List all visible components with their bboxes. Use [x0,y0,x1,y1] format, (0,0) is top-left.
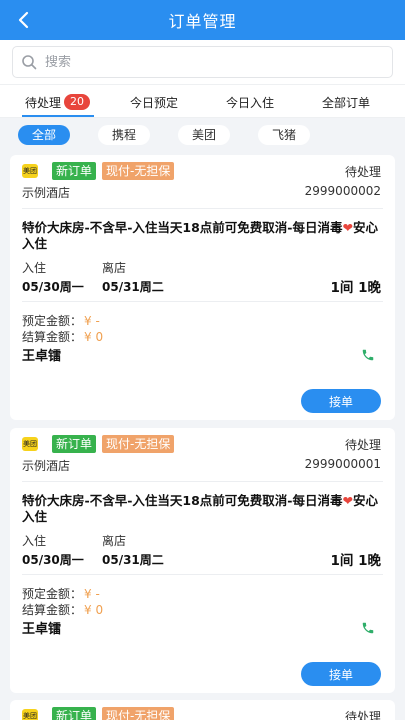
search-input[interactable] [45,54,365,70]
phone-icon[interactable] [361,347,375,361]
divider [22,301,383,302]
accept-order-button[interactable]: 接单 [301,662,381,686]
tab-today-booking[interactable]: 今日预定 [130,85,178,119]
order-number: 2999000001 [304,457,381,471]
chevron-left-icon[interactable] [14,10,34,30]
divider [22,574,383,575]
meituan-logo: 美团 [22,437,38,451]
order-status: 待处理 [344,165,381,179]
room-title-text: 特价大床房-不含早-入住当天18点前可免费取消-每日消毒 [22,220,343,235]
guest-name: 王卓镭 [22,622,62,637]
new-order-tag: 新订单 [52,707,97,720]
guest-name: 王卓镭 [22,349,62,364]
phone-icon[interactable] [361,620,375,634]
new-order-tag: 新订单 [52,435,97,453]
tab-label: 今日预定 [130,95,179,110]
search-icon [22,55,37,70]
tab-label: 今日入住 [226,95,275,110]
payment-type-tag: 现付-无担保 [102,707,175,720]
order-card[interactable]: 美团 新订单 现付-无担保 待处理 [10,700,395,720]
room-title: 特价大床房-不含早-入住当天18点前可免费取消-每日消毒❤安心入住 [22,220,384,252]
page-title: 订单管理 [168,12,237,31]
settle-amount-label: 结算金额： [22,330,83,344]
room-title-text: 特价大床房-不含早-入住当天18点前可免费取消-每日消毒 [22,493,343,508]
platform-filters: 全部 携程 美团 飞猪 [0,118,405,152]
settle-amount-label: 结算金额： [22,603,83,617]
filter-meituan[interactable]: 美团 [178,125,230,145]
settle-amount: 结算金额： ¥ 0 [22,328,103,345]
tab-label: 待处理 [25,95,62,110]
accept-order-button[interactable]: 接单 [301,389,381,413]
checkout-label: 离店 [102,534,127,548]
filter-fliggy[interactable]: 飞猪 [258,125,310,145]
active-tab-indicator [22,115,94,117]
checkout-label: 离店 [102,261,127,275]
tab-pending[interactable]: 待处理 20 [25,85,91,119]
payment-type-tag: 现付-无担保 [102,162,175,180]
order-status: 待处理 [344,710,381,720]
search-box[interactable] [12,46,393,78]
booking-amount: 预定金额： ¥ - [22,312,100,329]
checkin-date: 05/30周一 [22,280,84,294]
divider [22,481,383,482]
checkin-label: 入住 [22,534,47,548]
tab-label: 全部订单 [322,95,371,110]
heart-icon: ❤ [342,220,353,235]
checkout-date: 05/31周二 [102,280,164,294]
rooms-nights: 1间 1晚 [330,280,382,296]
hotel-name: 示例酒店 [22,186,71,200]
order-tabs: 待处理 20 今日预定 今日入住 全部订单 [0,84,405,118]
filter-all[interactable]: 全部 [18,125,70,145]
divider [22,208,383,209]
settle-amount: 结算金额： ¥ 0 [22,601,103,618]
pending-count-badge: 20 [64,94,91,110]
search-bar [0,40,405,84]
checkin-date: 05/30周一 [22,553,84,567]
order-card[interactable]: 美团 新订单 现付-无担保 待处理 示例酒店 2999000001 特价大床房-… [10,428,395,693]
order-number: 2999000002 [304,184,381,198]
booking-amount-value: ¥ - [84,314,100,328]
room-title: 特价大床房-不含早-入住当天18点前可免费取消-每日消毒❤安心入住 [22,493,384,525]
payment-type-tag: 现付-无担保 [102,435,175,453]
heart-icon: ❤ [342,493,353,508]
rooms-nights: 1间 1晚 [330,553,382,569]
booking-amount-label: 预定金额： [22,314,83,328]
top-bar: 订单管理 [0,0,405,40]
settle-amount-value: ¥ 0 [84,603,104,617]
meituan-logo: 美团 [22,164,38,178]
hotel-name: 示例酒店 [22,459,71,473]
settle-amount-value: ¥ 0 [84,330,104,344]
tab-all-orders[interactable]: 全部订单 [322,85,370,119]
order-status: 待处理 [344,438,381,452]
new-order-tag: 新订单 [52,162,97,180]
checkout-date: 05/31周二 [102,553,164,567]
order-card[interactable]: 美团 新订单 现付-无担保 待处理 示例酒店 2999000002 特价大床房-… [10,155,395,420]
checkin-label: 入住 [22,261,47,275]
filter-ctrip[interactable]: 携程 [98,125,150,145]
meituan-logo: 美团 [22,709,38,720]
tab-today-checkin[interactable]: 今日入住 [226,85,274,119]
booking-amount: 预定金额： ¥ - [22,585,100,602]
booking-amount-label: 预定金额： [22,587,83,601]
booking-amount-value: ¥ - [84,587,100,601]
